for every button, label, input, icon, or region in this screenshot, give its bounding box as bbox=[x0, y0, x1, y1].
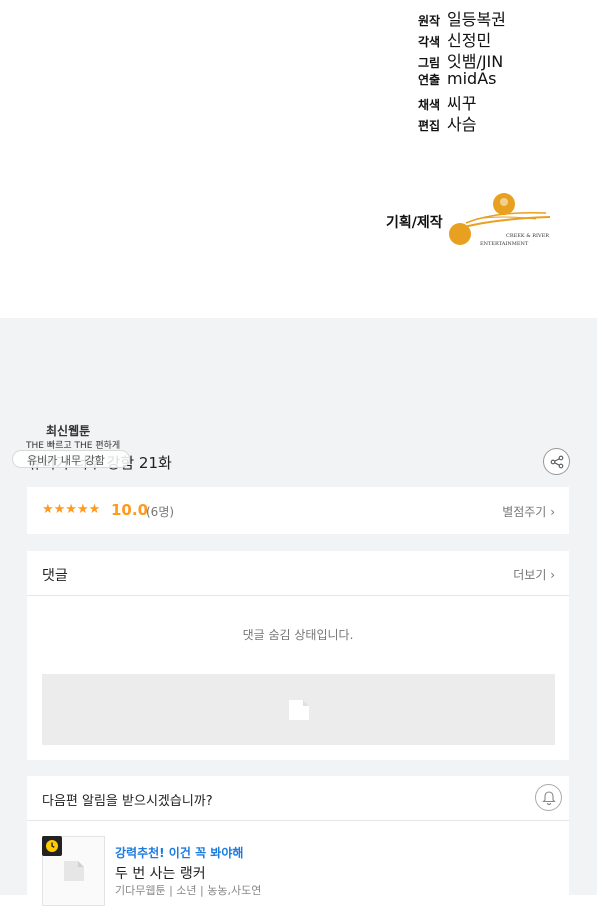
chevron-right-icon: › bbox=[550, 568, 555, 582]
credit-name: 사슴 bbox=[447, 115, 477, 134]
rating-card: ★★★★★ 10.0 (6명) 별점주기 › bbox=[27, 487, 569, 534]
rate-button-label: 별점주기 bbox=[502, 505, 547, 519]
overlay-pill-text: 유비가 내무 강함 bbox=[27, 454, 105, 467]
comments-more-label: 더보기 bbox=[513, 568, 547, 582]
recommendation-tag: 강력추천! 이건 꼭 봐야해 bbox=[115, 846, 244, 860]
creek-river-logo: CREEK & RIVER ENTERTAINMENT bbox=[449, 193, 551, 247]
credit-row-editing: 편집 사슴 bbox=[418, 111, 476, 135]
wait-free-badge bbox=[42, 836, 62, 856]
notify-card: 다음편 알림을 받으시겠습니까? 강력추천! 이건 꼭 봐야해 두 번 사는 랭… bbox=[27, 776, 569, 906]
recommendation-meta: 기다무웹툰 | 소년 | 농농,사도연 bbox=[115, 884, 262, 897]
image-placeholder-icon bbox=[63, 861, 84, 881]
credit-row-direction: 연출 midAs bbox=[418, 69, 496, 88]
comments-header: 댓글 더보기 › bbox=[27, 551, 569, 596]
bell-button[interactable] bbox=[535, 784, 562, 811]
share-button[interactable] bbox=[543, 448, 570, 475]
latest-webtoon-overlay[interactable]: 최신웹툰 THE 빠르고 THE 편하게 유비가 내무 강함 bbox=[12, 420, 142, 472]
ad-placeholder bbox=[42, 674, 555, 745]
logo-text-line1: CREEK & RIVER bbox=[506, 233, 549, 239]
credits-section: 원작 일등복권 각색 신정민 그림 잇뱀/JIN 연출 midAs 채색 씨꾸 … bbox=[0, 0, 597, 318]
image-placeholder-icon bbox=[288, 699, 309, 720]
bell-icon bbox=[541, 791, 556, 805]
chevron-right-icon: › bbox=[550, 505, 555, 519]
rating-stars: ★★★★★ bbox=[42, 502, 101, 517]
planning-label: 기획/제작 bbox=[386, 215, 443, 231]
notify-question: 다음편 알림을 받으시겠습니까? bbox=[42, 794, 213, 809]
credit-role: 연출 bbox=[418, 73, 441, 87]
comments-card: 댓글 더보기 › 댓글 숨김 상태입니다. bbox=[27, 551, 569, 760]
credit-name: midAs bbox=[447, 69, 497, 88]
clock-icon bbox=[46, 840, 58, 852]
share-icon bbox=[550, 455, 563, 468]
overlay-pill[interactable]: 유비가 내무 강함 bbox=[12, 450, 130, 468]
comments-hidden-message: 댓글 숨김 상태입니다. bbox=[242, 628, 354, 642]
overlay-top-text: 최신웹툰 bbox=[46, 424, 91, 438]
rate-button[interactable]: 별점주기 › bbox=[502, 503, 555, 520]
credit-role: 편집 bbox=[418, 119, 441, 133]
comments-title: 댓글 bbox=[42, 568, 68, 584]
notify-header: 다음편 알림을 받으시겠습니까? bbox=[27, 776, 569, 821]
recommendation-title[interactable]: 두 번 사는 랭커 bbox=[115, 863, 206, 883]
rating-score: 10.0 bbox=[111, 501, 149, 519]
rating-count: (6명) bbox=[146, 505, 175, 519]
logo-text-line2: ENTERTAINMENT bbox=[480, 241, 529, 247]
comments-more-button[interactable]: 더보기 › bbox=[513, 566, 555, 583]
